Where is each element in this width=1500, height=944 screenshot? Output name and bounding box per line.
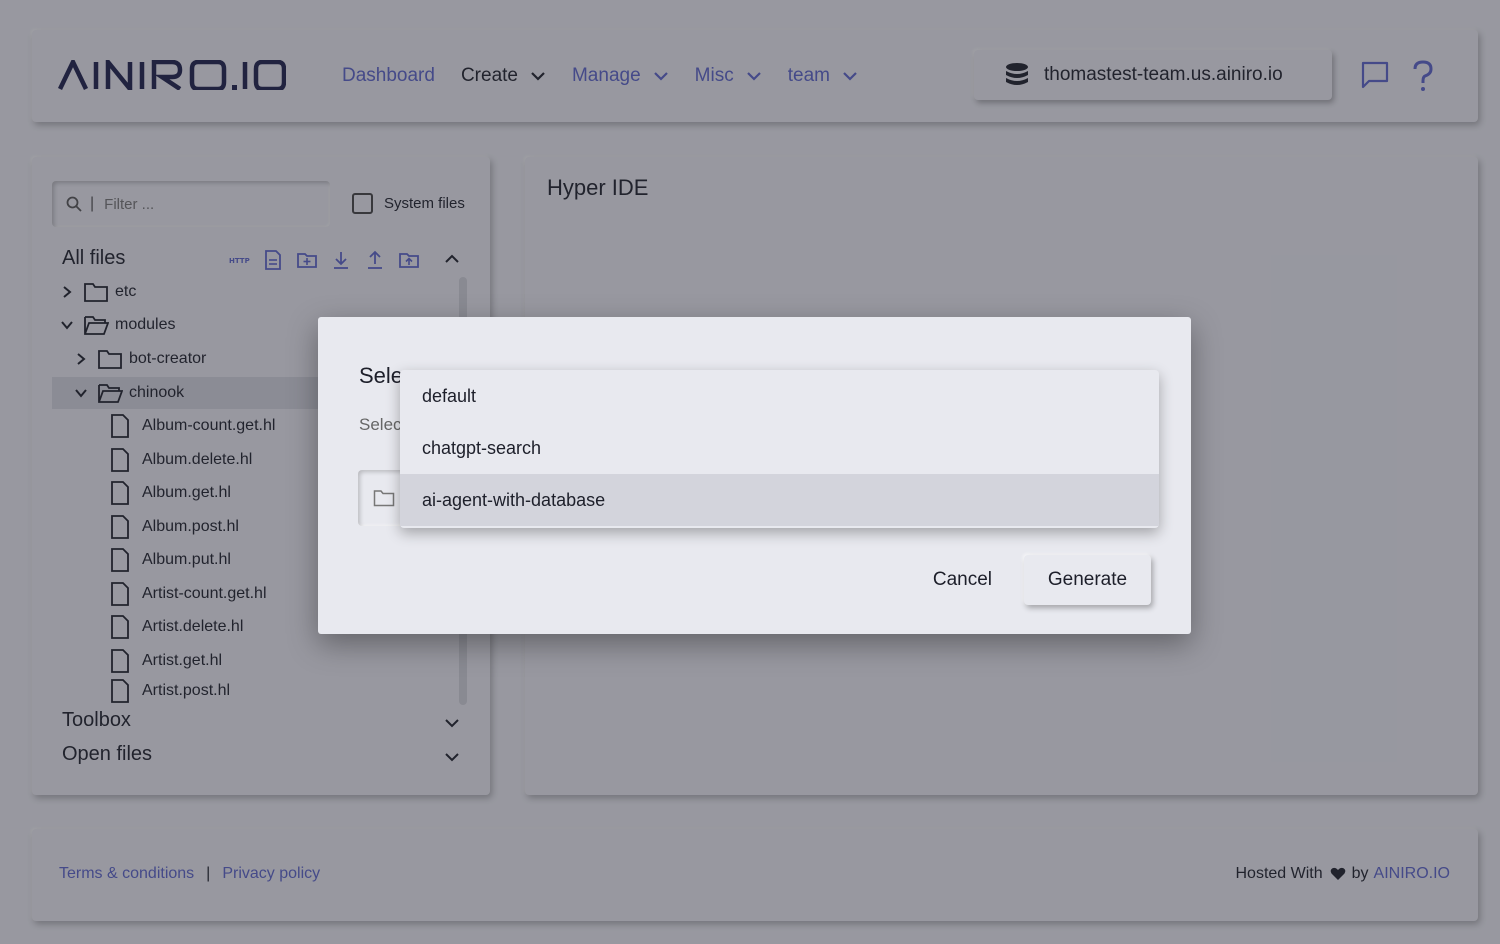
dropdown-option-chatgpt-search[interactable]: chatgpt-search [400,422,1159,474]
dialog-title: Sele [359,363,404,388]
dropdown-option-default[interactable]: default [400,370,1159,422]
template-dropdown-list: default chatgpt-search ai-agent-with-dat… [400,370,1159,528]
dialog-actions: Cancel Generate [933,555,1151,605]
dropdown-option-ai-agent-with-database[interactable]: ai-agent-with-database [400,474,1159,526]
cancel-button[interactable]: Cancel [933,569,992,591]
generate-button[interactable]: Generate [1024,555,1151,605]
dialog-subtitle: Selec [359,415,402,434]
folder-icon [373,490,395,507]
